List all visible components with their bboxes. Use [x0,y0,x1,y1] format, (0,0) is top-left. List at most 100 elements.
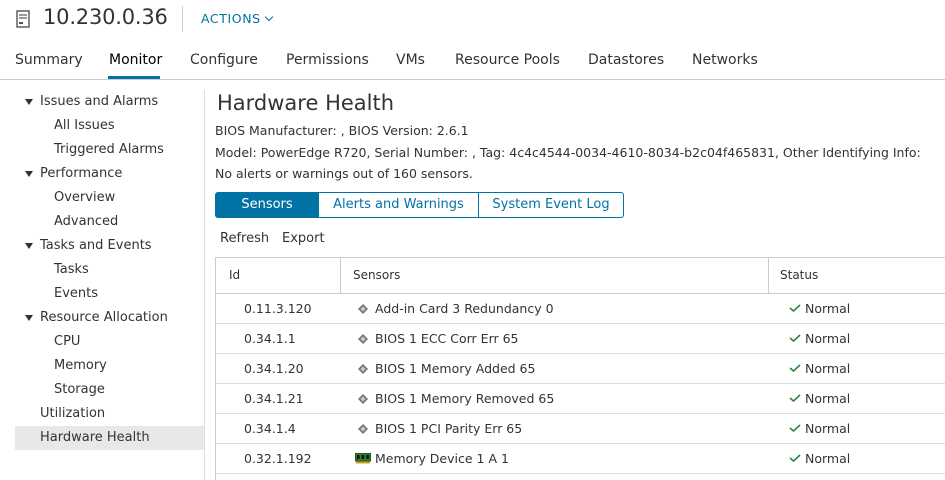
cell-sensor: BIOS 1 Memory Removed 65 [375,391,555,406]
sensor-icon [358,364,368,374]
caret-down-icon [25,243,33,249]
tab-datastores[interactable]: Datastores [588,52,664,68]
active-tab-indicator [108,76,160,79]
tab-monitor[interactable]: Monitor [109,52,162,68]
sidebar-item-label: Events [54,286,99,301]
sidebar-item-overview[interactable]: Overview [15,186,204,210]
table-row[interactable]: 0.34.1.20 BIOS 1 Memory Added 65 Normal [216,354,945,384]
segment-system-event-log[interactable]: System Event Log [479,192,624,218]
tab-networks[interactable]: Networks [692,52,758,68]
cell-id: 0.32.1.192 [244,451,312,466]
actions-label: ACTIONS [201,11,261,26]
column-resize-handle[interactable] [340,258,341,294]
sidebar-group-label: Tasks and Events [40,238,152,253]
sidebar-group-resource-allocation[interactable]: Resource Allocation [15,306,204,330]
chevron-down-icon [264,12,273,22]
sidebar-item-label: CPU [54,334,81,349]
cell-id: 0.34.1.4 [244,421,296,436]
sidebar-item-label: Tasks [54,262,89,277]
actions-menu-button[interactable]: ACTIONS [201,11,273,26]
sidebar-item-cpu[interactable]: CPU [15,330,204,354]
table-row[interactable]: 0.11.3.120 Add-in Card 3 Redundancy 0 No… [216,294,945,324]
sidebar-item-triggered-alarms[interactable]: Triggered Alarms [15,138,204,162]
host-title: 10.230.0.36 [43,5,168,29]
table-header: Id Sensors Status [216,258,945,294]
sensor-icon [358,334,368,344]
sidebar-item-advanced[interactable]: Advanced [15,210,204,234]
cell-sensor: Memory Device 1 A 1 [375,451,509,466]
table-row[interactable]: 0.34.1.21 BIOS 1 Memory Removed 65 Norma… [216,384,945,414]
sidebar-item-label: Storage [54,382,105,397]
sidebar-group-issues-and-alarms[interactable]: Issues and Alarms [15,90,204,114]
check-icon [789,304,801,312]
cell-id: 0.11.3.120 [244,301,312,316]
alerts-summary: No alerts or warnings out of 160 sensors… [215,166,473,181]
cell-status: Normal [805,331,851,346]
sidebar-item-memory[interactable]: Memory [15,354,204,378]
cell-status: Normal [805,301,851,316]
column-resize-handle[interactable] [768,258,769,294]
sidebar-item-label: Overview [54,190,116,205]
check-icon [789,454,801,462]
host-server-icon [16,10,30,28]
sidebar-item-label: Memory [54,358,107,373]
caret-down-icon [25,171,33,177]
sidebar-group-label: Issues and Alarms [40,94,159,109]
caret-down-icon [25,99,33,105]
cell-id: 0.34.1.1 [244,331,296,346]
sensor-icon [358,304,368,314]
sidebar-group-label: Resource Allocation [40,310,168,325]
sensor-icon [358,394,368,404]
export-button[interactable]: Export [282,231,325,246]
sidebar-item-storage[interactable]: Storage [15,378,204,402]
sidebar-group-tasks-and-events[interactable]: Tasks and Events [15,234,204,258]
check-icon [789,364,801,372]
tab-vms[interactable]: VMs [396,52,425,68]
cell-sensor: Add-in Card 3 Redundancy 0 [375,301,554,316]
table-row[interactable]: 0.34.1.4 BIOS 1 PCI Parity Err 65 Normal [216,414,945,444]
cell-status: Normal [805,391,851,406]
cell-sensor: BIOS 1 Memory Added 65 [375,361,536,376]
monitor-sidebar: Issues and Alarms All Issues Triggered A… [15,90,205,480]
column-header-sensors[interactable]: Sensors [353,268,400,282]
cell-status: Normal [805,361,851,376]
check-icon [789,394,801,402]
sidebar-item-hardware-health[interactable]: Hardware Health [15,426,204,450]
sidebar-group-label: Performance [40,166,123,181]
table-row[interactable]: 0.34.1.1 BIOS 1 ECC Corr Err 65 Normal [216,324,945,354]
sidebar-group-performance[interactable]: Performance [15,162,204,186]
cell-id: 0.34.1.20 [244,361,304,376]
column-header-status[interactable]: Status [780,268,818,282]
sidebar-item-label: All Issues [54,118,115,133]
memory-module-icon [355,453,371,464]
header-divider [182,6,183,32]
sensor-icon [358,424,368,434]
table-row[interactable]: 0.32.1.192 Memory Device 1 A 1 Normal [216,444,945,474]
object-tabs: Summary Monitor Configure Permissions VM… [0,44,945,80]
segment-sensors[interactable]: Sensors [215,192,319,218]
cell-sensor: BIOS 1 ECC Corr Err 65 [375,331,519,346]
caret-down-icon [25,315,33,321]
segment-alerts-and-warnings[interactable]: Alerts and Warnings [319,192,479,218]
bios-info: BIOS Manufacturer: , BIOS Version: 2.6.1 [215,123,469,138]
sidebar-item-events[interactable]: Events [15,282,204,306]
tab-summary[interactable]: Summary [15,52,83,68]
cell-status: Normal [805,451,851,466]
cell-id: 0.34.1.21 [244,391,304,406]
cell-status: Normal [805,421,851,436]
column-header-id[interactable]: Id [229,268,240,282]
sidebar-item-utilization[interactable]: Utilization [15,402,204,426]
refresh-button[interactable]: Refresh [220,231,269,246]
sidebar-item-label: Utilization [40,406,106,421]
tab-permissions[interactable]: Permissions [286,52,369,68]
page-title: Hardware Health [217,91,395,115]
view-segmented-control: Sensors Alerts and Warnings System Event… [215,192,624,218]
sensors-table: Id Sensors Status 0.11.3.120 Add-in Card… [215,257,945,480]
sidebar-item-label: Hardware Health [40,430,150,445]
check-icon [789,424,801,432]
tab-resource-pools[interactable]: Resource Pools [455,52,560,68]
tab-configure[interactable]: Configure [190,52,258,68]
sidebar-item-all-issues[interactable]: All Issues [15,114,204,138]
sidebar-item-tasks[interactable]: Tasks [15,258,204,282]
sidebar-item-label: Triggered Alarms [54,142,164,157]
